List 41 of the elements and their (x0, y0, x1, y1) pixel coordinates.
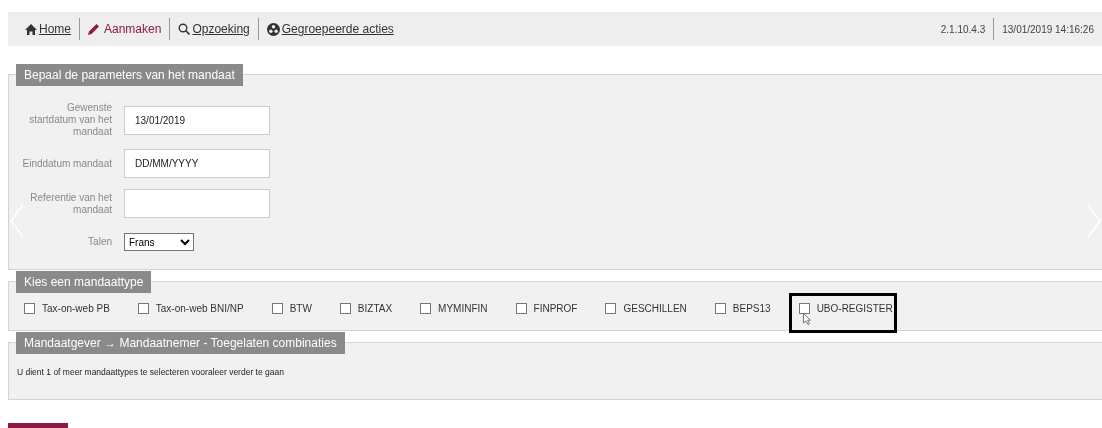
search-icon (178, 23, 191, 35)
datetime-text: 13/01/2019 14:16:26 (1002, 23, 1094, 35)
checkbox[interactable] (798, 302, 810, 314)
section-title: Mandaatgever → Mandaatnemer - Toegelaten combinaties (16, 332, 345, 354)
checkbox[interactable] (271, 302, 283, 314)
field-label: Gewenste startdatum van het mandaat (28, 102, 112, 138)
checkbox[interactable] (420, 302, 432, 314)
checkbox[interactable] (24, 302, 35, 314)
checkbox[interactable] (339, 302, 351, 314)
checkbox-label[interactable]: Tax-on-web BNI/NP (155, 302, 244, 314)
checkbox-label[interactable]: BTW (289, 302, 312, 314)
version-text: 2.1.10.4.3 (940, 23, 986, 35)
info-message: U dient 1 of meer mandaattypes te selecteren vooraleer verder te gaan (17, 367, 284, 377)
checkbox-label[interactable]: BIZTAX (357, 302, 393, 314)
input-field[interactable]: DD/MM/YYYY (124, 149, 270, 178)
pencil-icon (88, 23, 100, 35)
checkbox-label[interactable]: FINPROF (533, 302, 578, 314)
input-field[interactable]: 13/01/2019 (124, 105, 270, 135)
checkbox-label[interactable]: UBO-REGISTER (816, 302, 893, 314)
checkbox[interactable] (714, 302, 726, 314)
nav-link[interactable]: Aanmaken (88, 22, 162, 36)
nav-link[interactable]: Gegroepeerde acties (266, 22, 394, 36)
checkbox[interactable] (515, 302, 527, 314)
checkbox-label[interactable]: MYMINFIN (438, 302, 488, 314)
cursor-icon (802, 312, 811, 325)
checkbox-label[interactable]: BEPS13 (732, 302, 771, 314)
field-label: Einddatum mandaat (22, 157, 112, 170)
group-icon (266, 22, 280, 36)
checkbox-label[interactable]: GESCHILLEN (623, 302, 687, 314)
field-label: Talen (88, 236, 112, 248)
home-icon (25, 23, 37, 35)
language-dropdown[interactable]: Frans (124, 233, 194, 251)
section-title: Kies een mandaattype (16, 271, 152, 293)
section-title: Bepaal de parameters van het mandaat (16, 64, 243, 86)
nav-link[interactable]: Home (25, 22, 71, 36)
field-label: Referentie van het mandaat (29, 191, 112, 216)
input-field[interactable] (124, 189, 270, 218)
checkbox[interactable] (137, 302, 149, 314)
nav-link[interactable]: Opzoeking (178, 22, 250, 36)
checkbox-label[interactable]: Tax-on-web PB (42, 302, 110, 314)
checkbox[interactable] (605, 302, 617, 314)
